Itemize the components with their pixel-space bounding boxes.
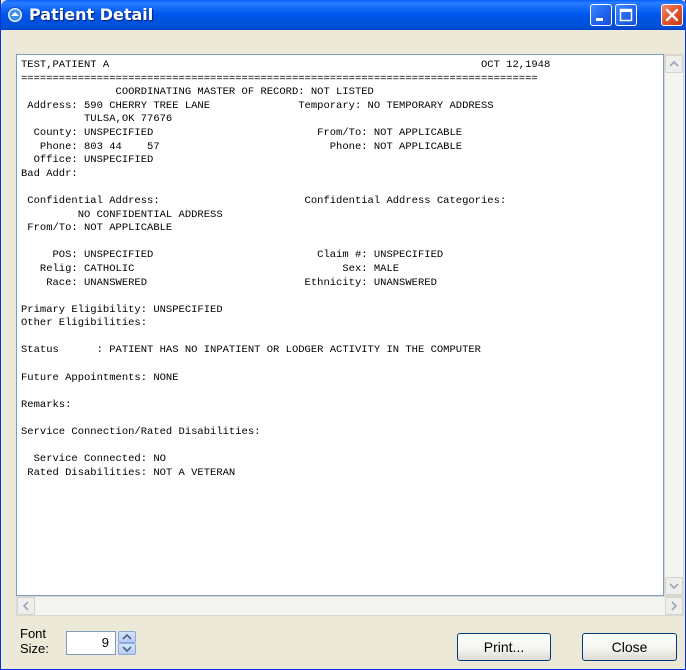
patient-detail-window: Patient Detail TEST,PATIENT A OCT 12,194… (0, 0, 686, 670)
window-title: Patient Detail (29, 5, 154, 24)
report-line: Service Connection/Rated Disabilities: (21, 426, 261, 439)
report-line: Future Appointments: NONE (21, 371, 179, 384)
report-line: Service Connected: NO (21, 453, 166, 466)
report-line: Status : PATIENT HAS NO INPATIENT OR LOD… (21, 344, 481, 357)
scroll-down-button[interactable] (665, 577, 683, 595)
font-size-spinner[interactable] (118, 631, 136, 655)
close-icon (665, 8, 679, 22)
scroll-right-button[interactable] (665, 597, 683, 615)
scroll-up-icon (669, 60, 679, 67)
title-bar[interactable]: Patient Detail (1, 0, 686, 30)
report-line: From/To: NOT APPLICABLE (21, 222, 173, 235)
report-line: Rated Disabilities: NOT A VETERAN (21, 466, 236, 479)
print-button[interactable]: Print... (457, 633, 551, 661)
maximize-button[interactable] (615, 4, 637, 26)
font-size-decrease-button[interactable] (118, 643, 136, 655)
report-line: County: UNSPECIFIED From/To: NOT APPLICA… (21, 126, 463, 139)
report-line: Race: UNANSWERED Ethnicity: UNANSWERED (21, 276, 437, 289)
spin-up-icon (122, 633, 132, 640)
close-button[interactable]: Close (582, 633, 677, 661)
spin-down-icon (122, 646, 132, 653)
scroll-up-button[interactable] (665, 55, 683, 73)
report-line: Confidential Address: Confidential Addre… (21, 194, 507, 207)
report-line: Relig: CATHOLIC Sex: MALE (21, 262, 400, 275)
report-line: Address: 590 CHERRY TREE LANE Temporary:… (21, 99, 494, 112)
vertical-scrollbar[interactable] (664, 54, 684, 596)
close-window-button[interactable] (661, 4, 683, 26)
report-line: Remarks: (21, 398, 72, 411)
scroll-left-button[interactable] (17, 597, 35, 615)
patient-report-area[interactable]: TEST,PATIENT A OCT 12,1948 =============… (16, 54, 664, 596)
minimize-button[interactable] (590, 4, 612, 26)
report-line: Office: UNSPECIFIED (21, 154, 154, 167)
maximize-icon (619, 8, 633, 22)
minimize-icon (596, 18, 603, 21)
horizontal-scrollbar[interactable] (16, 596, 684, 616)
report-line: NO CONFIDENTIAL ADDRESS (21, 208, 223, 221)
patient-report-text: TEST,PATIENT A OCT 12,1948 =============… (21, 59, 550, 480)
font-size-increase-button[interactable] (118, 631, 136, 643)
report-line: Other Eligibilities: (21, 317, 148, 330)
report-line: POS: UNSPECIFIED Claim #: UNSPECIFIED (21, 249, 444, 262)
scroll-right-icon (671, 601, 678, 611)
scroll-down-icon (669, 583, 679, 590)
font-size-input[interactable]: 9 (66, 631, 116, 655)
report-line: Bad Addr: (21, 167, 78, 180)
report-line: COORDINATING MASTER OF RECORD: NOT LISTE… (21, 86, 374, 99)
report-line: ========================================… (21, 72, 538, 85)
bottom-toolbar: Font Size: 9 Print... Close (1, 616, 686, 670)
font-size-label: Font Size: (20, 626, 49, 656)
report-line: TULSA,OK 77676 (21, 113, 173, 126)
report-line: Phone: 803 44 57 Phone: NOT APPLICABLE (21, 140, 463, 153)
report-line: Primary Eligibility: UNSPECIFIED (21, 303, 223, 316)
scroll-left-icon (22, 601, 29, 611)
window-app-icon (7, 7, 23, 23)
report-line: TEST,PATIENT A OCT 12,1948 (21, 59, 551, 71)
